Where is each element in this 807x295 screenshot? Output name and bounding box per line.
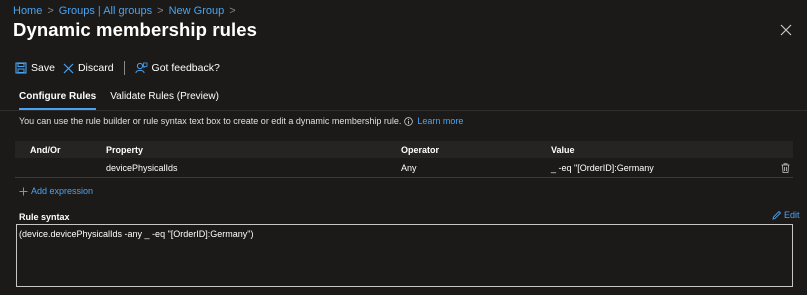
feedback-label: Got feedback? <box>151 62 220 74</box>
save-label: Save <box>31 62 55 74</box>
discard-label: Discard <box>77 62 114 74</box>
tab-list: Configure Rules Validate Rules (Preview) <box>19 91 219 110</box>
tab-configure-rules[interactable]: Configure Rules <box>19 91 97 110</box>
description-text: You can use the rule builder or rule syn… <box>19 116 402 126</box>
header-and-or: And/Or <box>30 144 61 155</box>
cell-property[interactable]: devicePhysicalIds <box>106 163 401 173</box>
command-bar: Save Discard Got feedback? <box>15 60 220 76</box>
breadcrumb-new-group[interactable]: New Group <box>169 5 225 17</box>
breadcrumb-home[interactable]: Home <box>13 5 42 17</box>
add-expression-button[interactable]: Add expression <box>19 186 93 196</box>
tab-divider <box>0 110 807 111</box>
breadcrumb-groups[interactable]: Groups | All groups <box>59 5 152 17</box>
cell-value[interactable]: _ -eq "[OrderID]:Germany <box>551 163 777 173</box>
chevron-right-icon: > <box>229 5 236 17</box>
table-header: And/Or Property Operator Value <box>15 141 793 158</box>
rule-syntax-text: (device.devicePhysicalIds -any _ -eq "[O… <box>19 229 254 239</box>
rules-table: And/Or Property Operator Value devicePhy… <box>15 141 793 178</box>
feedback-icon <box>134 62 147 74</box>
trash-icon <box>781 162 789 173</box>
delete-row-button[interactable] <box>777 162 793 173</box>
plus-icon <box>19 187 28 195</box>
add-expression-label: Add expression <box>31 186 94 196</box>
chevron-right-icon: > <box>47 5 54 17</box>
feedback-button[interactable]: Got feedback? <box>134 62 220 74</box>
description: You can use the rule builder or rule syn… <box>19 116 463 126</box>
discard-icon <box>63 63 74 73</box>
breadcrumb: Home > Groups | All groups > New Group > <box>13 4 241 18</box>
toolbar-divider <box>123 61 125 75</box>
more-options-button[interactable]: ··· <box>213 22 227 34</box>
info-icon[interactable] <box>404 116 414 126</box>
save-icon <box>15 62 27 74</box>
learn-more-link[interactable]: Learn more <box>417 116 463 126</box>
cell-operator[interactable]: Any <box>401 163 551 173</box>
close-icon[interactable] <box>780 24 792 36</box>
header-property: Property <box>106 144 144 155</box>
tab-validate-rules[interactable]: Validate Rules (Preview) <box>110 91 219 110</box>
pencil-icon <box>772 210 782 220</box>
save-button[interactable]: Save <box>15 62 55 74</box>
chevron-right-icon: > <box>157 5 164 17</box>
header-operator: Operator <box>401 144 440 155</box>
header-value: Value <box>551 144 575 155</box>
table-row: devicePhysicalIds Any _ -eq "[OrderID]:G… <box>15 158 793 178</box>
edit-label: Edit <box>784 210 800 220</box>
rule-syntax-label: Rule syntax <box>19 212 70 222</box>
discard-button[interactable]: Discard <box>63 62 114 74</box>
edit-rule-button[interactable]: Edit <box>772 210 800 220</box>
rule-syntax-textbox[interactable]: (device.devicePhysicalIds -any _ -eq "[O… <box>16 224 793 287</box>
